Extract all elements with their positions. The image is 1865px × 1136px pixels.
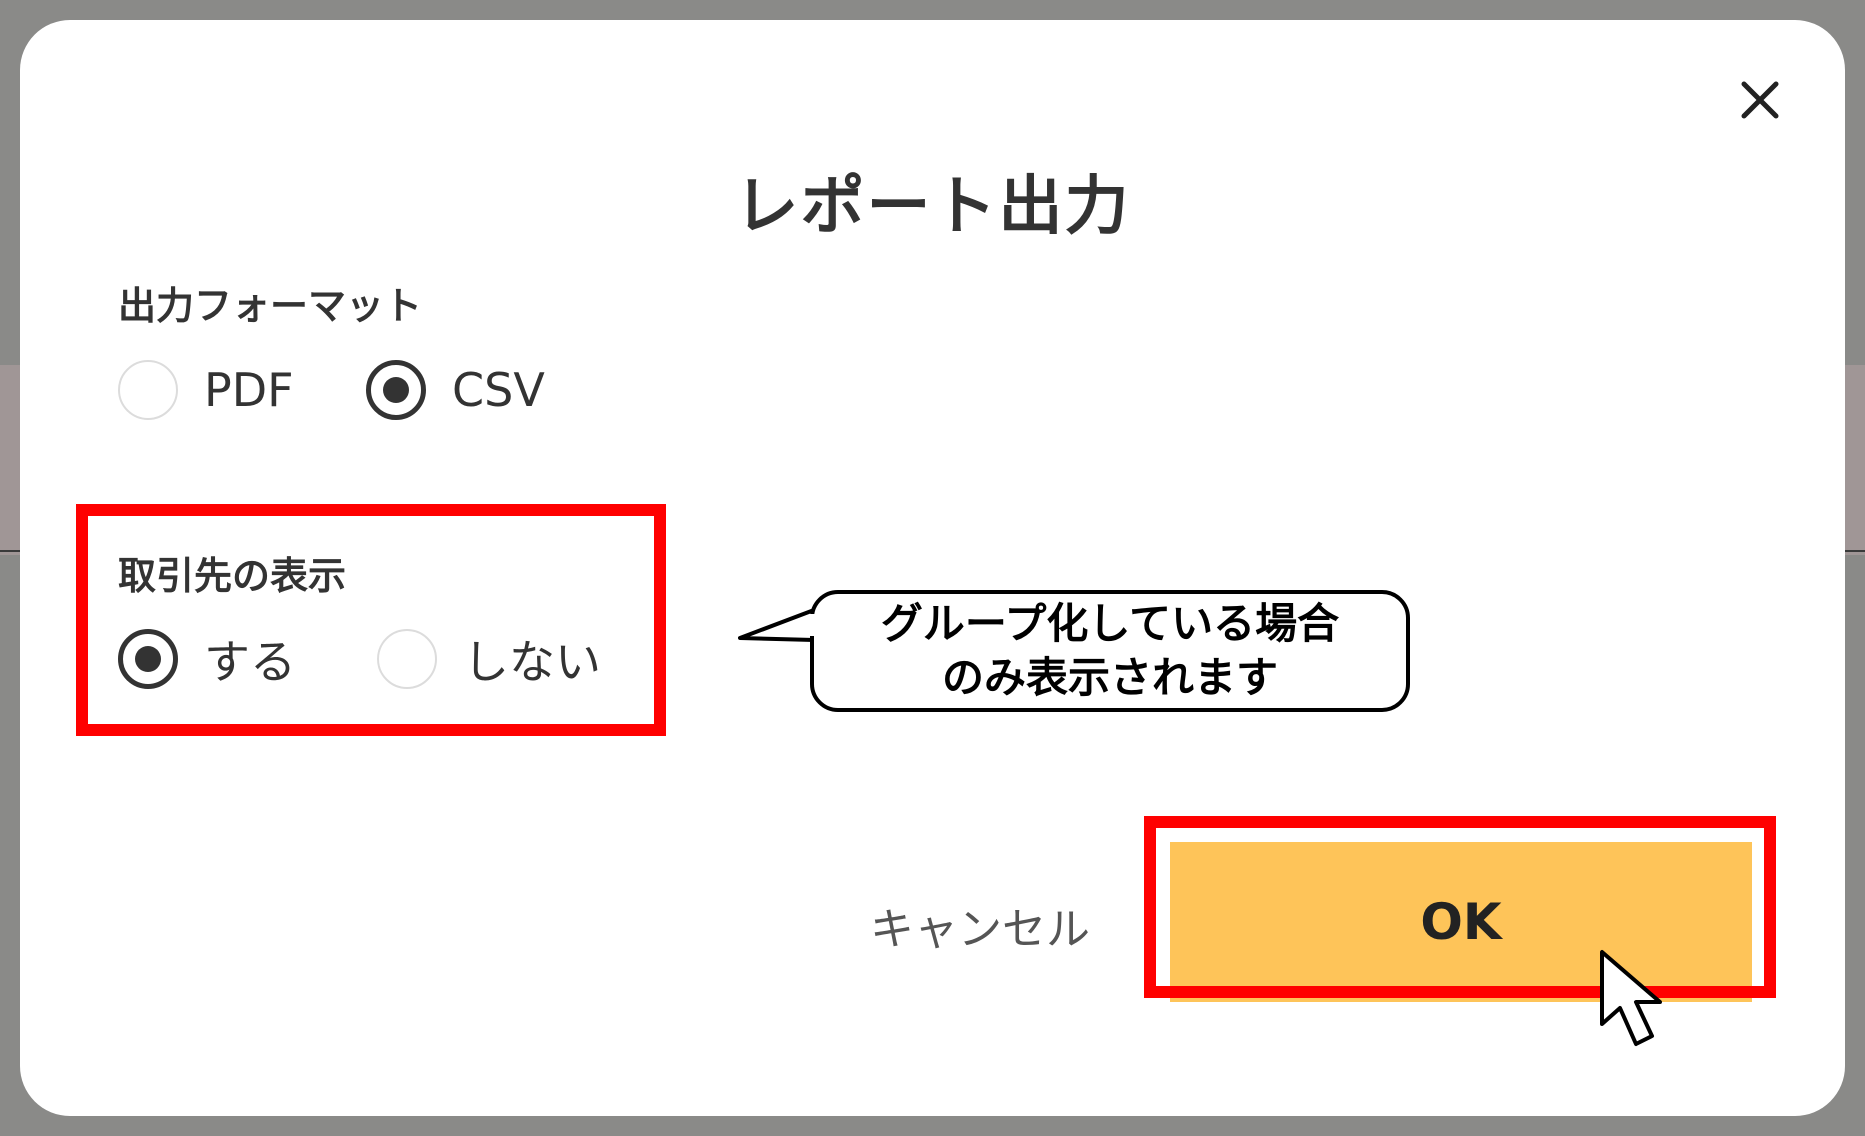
radio-option-hide[interactable]: しない — [377, 626, 601, 692]
close-button[interactable] — [1730, 70, 1790, 130]
callout-tail-seam — [810, 614, 816, 636]
radio-option-csv[interactable]: CSV — [366, 360, 545, 420]
callout-bubble: グループ化している場合 のみ表示されます — [810, 590, 1410, 712]
report-output-dialog: レポート出力 出力フォーマット PDF CSV 取引先の表示 する しない グル… — [20, 20, 1845, 1116]
radio-pdf-circle[interactable] — [118, 360, 178, 420]
callout-text-line2: のみ表示されます — [941, 653, 1278, 702]
radio-csv-label: CSV — [452, 363, 545, 417]
output-format-label: 出力フォーマット — [118, 284, 423, 328]
radio-hide-label: しない — [463, 635, 601, 689]
callout-text-line1: グループ化している場合 — [880, 599, 1340, 648]
radio-pdf-label: PDF — [204, 363, 294, 417]
radio-show-label: する — [204, 635, 296, 689]
radio-hide-circle[interactable] — [377, 629, 437, 689]
radio-option-show[interactable]: する — [118, 626, 296, 692]
radio-option-pdf[interactable]: PDF — [118, 360, 294, 420]
ok-button[interactable]: OK — [1170, 842, 1752, 1002]
dialog-title: レポート出力 — [734, 170, 1131, 244]
cancel-button[interactable]: キャンセル — [860, 890, 1100, 960]
client-display-label: 取引先の表示 — [118, 554, 347, 598]
radio-csv-circle[interactable] — [366, 360, 426, 420]
callout-tail — [738, 608, 816, 642]
radio-show-circle[interactable] — [118, 629, 178, 689]
client-display-highlight-box — [76, 504, 666, 736]
close-icon — [1741, 81, 1779, 119]
